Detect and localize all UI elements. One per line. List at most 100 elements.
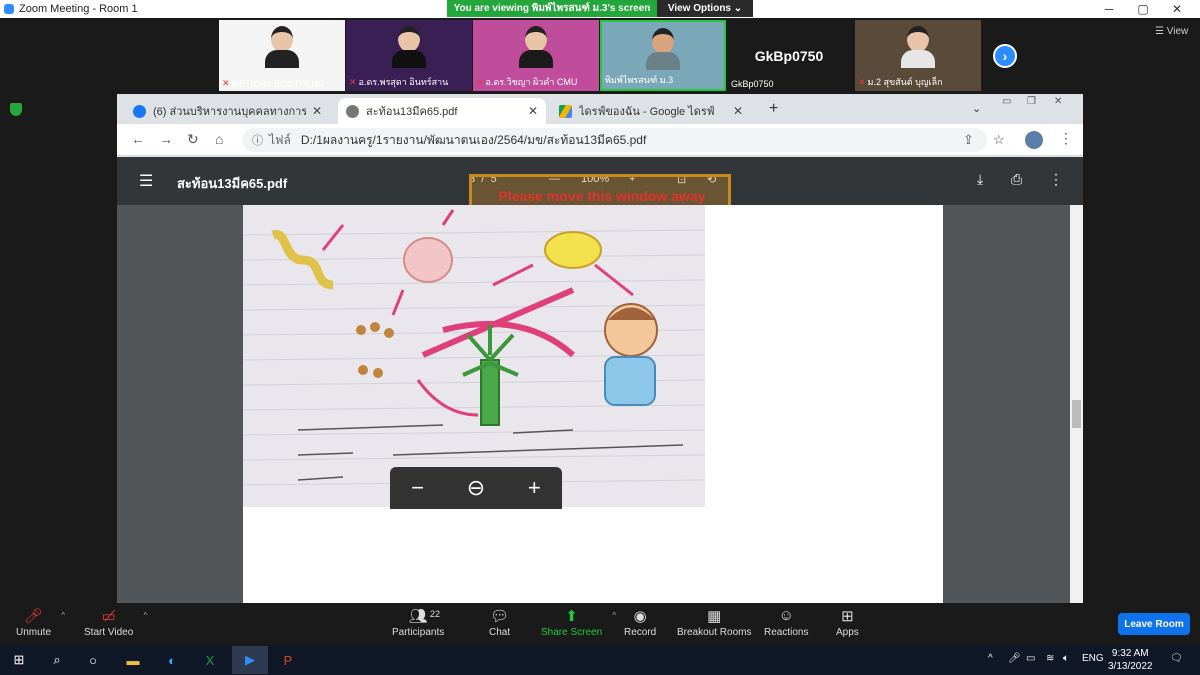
tab-close-icon[interactable]: ✕ bbox=[312, 104, 322, 118]
close-icon[interactable]: ✕ bbox=[1160, 0, 1194, 18]
share-options-caret-icon[interactable]: ^ bbox=[612, 611, 616, 620]
next-page-arrow-icon[interactable]: › bbox=[993, 44, 1017, 68]
reload-icon[interactable]: ↻ bbox=[187, 131, 199, 148]
tab-close-icon[interactable]: ✕ bbox=[528, 104, 538, 118]
chat-label: Chat bbox=[489, 627, 511, 638]
browser-menu-icon[interactable]: ⋮ bbox=[1059, 130, 1073, 147]
home-icon[interactable]: ⌂ bbox=[215, 131, 223, 147]
zoom-window-title: Zoom Meeting - Room 1 bbox=[19, 3, 138, 15]
info-icon[interactable]: ⓘ bbox=[252, 132, 263, 148]
leave-room-button[interactable]: Leave Room bbox=[1118, 613, 1190, 635]
address-scheme: ไฟล์ bbox=[269, 132, 291, 147]
profile-avatar[interactable] bbox=[1025, 131, 1043, 149]
encryption-shield-icon[interactable] bbox=[10, 103, 22, 116]
powerpoint-icon[interactable]: P bbox=[279, 651, 297, 669]
magnifier-zoom-icon[interactable]: ⊖ bbox=[467, 475, 485, 501]
reactions-icon: ☺ bbox=[778, 607, 794, 624]
browser-close-icon[interactable]: ✕ bbox=[1054, 96, 1062, 107]
scrollbar-thumb[interactable] bbox=[1072, 400, 1081, 428]
video-options-caret-icon[interactable]: ^ bbox=[144, 611, 148, 620]
address-bar[interactable]: ⓘ ไฟล์ D:/1ผลงานครู/1รายงาน/พัฒนาตนเอง/2… bbox=[242, 128, 987, 152]
tab-close-icon[interactable]: ✕ bbox=[733, 104, 743, 118]
address-url: D:/1ผลงานครู/1รายงาน/พัฒนาตนเอง/2564/มข/… bbox=[300, 132, 647, 147]
pdf-scrollbar[interactable] bbox=[1070, 205, 1083, 603]
view-button[interactable]: ☰ View bbox=[1155, 26, 1188, 37]
download-icon[interactable]: ⤓ bbox=[977, 171, 983, 188]
share-screen-label: Share Screen bbox=[541, 627, 603, 638]
tab-google-drive[interactable]: ไดรฟ์ของฉัน - Google ไดรฟ์ ✕ bbox=[551, 98, 751, 124]
zoom-out-minus-icon[interactable]: − bbox=[411, 475, 424, 501]
pdf-menu-icon[interactable]: ☰ bbox=[139, 171, 153, 191]
excel-icon[interactable]: X bbox=[201, 651, 219, 669]
participants-label: Participants bbox=[392, 627, 445, 638]
tab-label: (6) ส่วนบริหารงานบุคคลทางการศึกษา bbox=[153, 106, 306, 118]
record-label: Record bbox=[624, 627, 657, 638]
participant-tile[interactable]: ✕ ม.2 สุขสันต์ บุญเล็ก bbox=[855, 20, 981, 91]
back-icon[interactable]: ← bbox=[131, 131, 145, 147]
participant-name: พิมพ์ไพรสนฑ์ ม.3 bbox=[605, 75, 674, 85]
participant-tile[interactable]: ✕ METICHA BOOTPENG bbox=[219, 20, 345, 91]
volume-icon[interactable]: 🔈︎ bbox=[1063, 653, 1069, 664]
mic-muted-icon: ✕ bbox=[349, 76, 357, 87]
record-button[interactable]: ◉ Record bbox=[624, 607, 656, 638]
shared-screen-browser-window: (6) ส่วนบริหารงานบุคคลทางการศึกษา ✕ สะท้… bbox=[117, 94, 1083, 603]
zoom-in-plus-icon[interactable]: + bbox=[528, 475, 541, 501]
bookmark-star-icon[interactable]: ☆ bbox=[993, 132, 1005, 148]
audio-options-caret-icon[interactable]: ^ bbox=[61, 611, 65, 620]
share-screen-button[interactable]: ⬆ Share Screen ^ bbox=[541, 607, 616, 638]
forward-icon[interactable]: → bbox=[159, 131, 173, 147]
maximize-icon[interactable]: ▢ bbox=[1126, 0, 1160, 18]
minimize-icon[interactable]: ─ bbox=[1092, 0, 1126, 18]
view-options-button[interactable]: View Options ⌄ bbox=[657, 0, 753, 17]
tab-search-chevron-icon[interactable]: ⌄ bbox=[972, 102, 981, 115]
start-video-button[interactable]: ▭̸ Start Video ^ bbox=[84, 607, 147, 638]
participant-tile[interactable]: GkBp0750 GkBp0750 bbox=[726, 20, 852, 91]
share-icon[interactable]: ⇪ bbox=[963, 132, 974, 148]
file-explorer-icon[interactable]: ▬ bbox=[124, 651, 142, 669]
zoom-taskbar-icon[interactable]: ▶ bbox=[232, 646, 268, 674]
search-icon[interactable]: ⌕ bbox=[48, 651, 66, 669]
browser-restore-icon[interactable]: ❐ bbox=[1027, 96, 1036, 107]
system-clock[interactable]: 9:32 AM 3/13/2022 bbox=[1108, 647, 1153, 673]
input-language[interactable]: ENG bbox=[1082, 653, 1104, 664]
apps-button[interactable]: ⊞ Apps bbox=[836, 607, 859, 638]
print-icon[interactable]: ⎙ bbox=[1011, 171, 1022, 188]
windows-taskbar: ⊞ ⌕ ○ ▬ ◐ X ▶ P ^ 🎤︎ ▭ ≋ 🔈︎ ENG 9:32 AM … bbox=[0, 645, 1200, 675]
new-tab-icon[interactable]: + bbox=[769, 100, 778, 118]
tray-chevron-icon[interactable]: ^ bbox=[988, 653, 993, 664]
participant-tile[interactable]: ✕ อ.ดร.วิชญา ผิวคำ CMU bbox=[473, 20, 599, 91]
pdf-more-icon[interactable]: ⋮ bbox=[1049, 171, 1063, 188]
browser-minimize-icon[interactable]: ▭ bbox=[1002, 96, 1011, 107]
zoom-app-icon bbox=[4, 4, 14, 14]
food-chain-drawing bbox=[243, 209, 705, 486]
breakout-rooms-icon: ▦ bbox=[707, 608, 722, 625]
unmute-label: Unmute bbox=[16, 627, 52, 638]
google-drive-icon bbox=[559, 104, 572, 118]
cortana-icon[interactable]: ○ bbox=[84, 651, 102, 669]
participant-name: ม.2 สุขสันต์ บุญเล็ก bbox=[867, 77, 943, 87]
participant-tile-active-speaker[interactable]: พิมพ์ไพรสนฑ์ ม.3 bbox=[600, 20, 726, 91]
microphone-tray-icon[interactable]: 🎤︎ bbox=[1008, 653, 1021, 664]
wifi-icon[interactable]: ≋ bbox=[1046, 653, 1054, 664]
record-icon: ◉ bbox=[633, 608, 647, 625]
breakout-rooms-button[interactable]: ▦ Breakout Rooms bbox=[677, 607, 751, 638]
meeting-controls: 🎤︎ Unmute ^ ▭̸ Start Video ^ 👥︎ 22 Parti… bbox=[0, 603, 1200, 645]
chat-button[interactable]: 💬︎ Chat bbox=[489, 607, 510, 638]
participant-strip: ✕ METICHA BOOTPENG ✕ อ.ดร.พรสุดา อินทร์สาน… bbox=[0, 18, 1200, 92]
edge-icon[interactable]: ◐ bbox=[163, 651, 181, 669]
tab-pdf[interactable]: สะท้อน13มีค65.pdf ✕ bbox=[338, 98, 546, 124]
breakout-rooms-label: Breakout Rooms bbox=[677, 627, 752, 638]
tab-facebook[interactable]: (6) ส่วนบริหารงานบุคคลทางการศึกษา ✕ bbox=[125, 98, 330, 124]
mic-muted-icon: ✕ bbox=[858, 76, 866, 87]
clock-date: 3/13/2022 bbox=[1108, 661, 1153, 672]
participant-tile[interactable]: ✕ อ.ดร.พรสุดา อินทร์สาน bbox=[346, 20, 472, 91]
windows-start-icon[interactable]: ⊞ bbox=[10, 651, 28, 669]
notification-icon[interactable]: 🗨︎ bbox=[1170, 653, 1183, 664]
mic-muted-icon: ✕ bbox=[222, 78, 230, 88]
globe-icon bbox=[346, 104, 359, 118]
battery-icon[interactable]: ▭ bbox=[1026, 653, 1035, 664]
unmute-button[interactable]: 🎤︎ Unmute ^ bbox=[16, 607, 65, 638]
reactions-button[interactable]: ☺ Reactions bbox=[764, 607, 808, 638]
participant-video bbox=[646, 28, 680, 72]
participants-button[interactable]: 👥︎ 22 Participants bbox=[392, 607, 444, 638]
